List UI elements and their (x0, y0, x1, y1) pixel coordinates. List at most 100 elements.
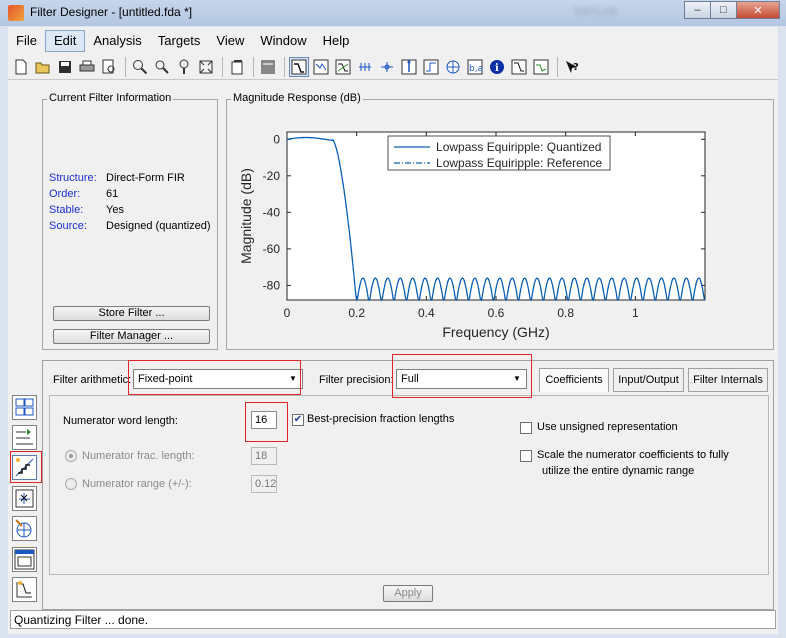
legend-entry: Lowpass Equiripple: Quantized (436, 140, 601, 154)
numerator-frac-length-label: Numerator frac. length: (82, 450, 195, 462)
chevron-down-icon: ▼ (289, 374, 297, 383)
current-filter-panel: Current Filter Information Structure: Di… (42, 92, 218, 350)
tab-filter-internals[interactable]: Filter Internals (688, 368, 768, 392)
status-bar: Quantizing Filter ... done. (10, 610, 776, 629)
x-tick-label: 0.8 (557, 306, 574, 320)
tab-input-output[interactable]: Input/Output (613, 368, 684, 392)
toolbar-separator (284, 56, 285, 77)
menu-view[interactable]: View (208, 30, 252, 52)
save-icon[interactable] (55, 57, 75, 77)
maximize-button[interactable]: □ (710, 1, 737, 19)
phase-response-icon[interactable] (311, 57, 331, 77)
group-delay-icon[interactable] (355, 57, 375, 77)
best-precision-label: Best-precision fraction lengths (307, 413, 455, 425)
svg-text:?: ? (573, 62, 579, 73)
pole-zero-icon[interactable] (443, 57, 463, 77)
y-tick-label: -80 (263, 278, 281, 292)
menu-edit[interactable]: Edit (44, 30, 86, 52)
close-button[interactable]: ✕ (736, 1, 780, 19)
best-precision-checkbox[interactable]: ✔ (292, 414, 304, 426)
apply-button[interactable]: Apply (383, 585, 433, 602)
transform-filter-icon[interactable] (12, 395, 37, 420)
filter-precision-select[interactable]: Full ▼ (396, 369, 527, 389)
x-tick-label: 0.4 (418, 306, 435, 320)
matlab-app-icon (8, 5, 24, 21)
pole-zero-editor-icon[interactable] (12, 486, 37, 511)
mag-phase-icon[interactable] (333, 57, 353, 77)
numerator-frac-length-input[interactable]: 18 (251, 447, 277, 465)
print-icon[interactable] (77, 57, 97, 77)
new-window-icon[interactable] (227, 57, 247, 77)
x-tick-label: 0 (284, 306, 291, 320)
zoom-in-icon[interactable] (130, 57, 150, 77)
numerator-range-radio[interactable] (65, 478, 77, 490)
round-off-noise-icon[interactable] (531, 57, 551, 77)
title-bar[interactable]: Filter Designer - [untitled.fda *] MATLA… (0, 0, 786, 26)
whats-this-icon[interactable]: ? (562, 57, 582, 77)
set-quantization-icon[interactable] (12, 455, 37, 480)
store-filter-button[interactable]: Store Filter ... (53, 306, 210, 321)
filter-arithmetic-label: Filter arithmetic: (53, 374, 132, 386)
tab-coefficients[interactable]: Coefficients (539, 368, 609, 392)
y-tick-label: 0 (273, 132, 280, 146)
menu-bar: File Edit Analysis Targets View Window H… (8, 30, 357, 52)
x-tick-label: 1 (632, 306, 639, 320)
y-tick-label: -20 (263, 169, 281, 183)
filter-info-icon[interactable]: i (487, 57, 507, 77)
y-axis-label: Magnitude (dB) (238, 168, 254, 264)
scale-coefficients-label-line2: utilize the entire dynamic range (542, 465, 695, 477)
numerator-frac-length-radio[interactable] (65, 450, 77, 462)
scale-coefficients-label: Scale the numerator coefficients to full… (537, 449, 729, 461)
zoom-y-icon[interactable] (174, 57, 194, 77)
filter-manager-button[interactable]: Filter Manager ... (53, 329, 210, 344)
multirate-icon[interactable] (12, 425, 37, 450)
legend-icon[interactable] (258, 57, 278, 77)
minimize-button[interactable]: – (684, 1, 711, 19)
new-icon[interactable] (11, 57, 31, 77)
unsigned-representation-checkbox[interactable] (520, 422, 532, 434)
y-tick-label: -60 (263, 242, 281, 256)
x-axis-label: Frequency (GHz) (442, 324, 549, 340)
chevron-down-icon: ▼ (513, 374, 521, 383)
toolbar-separator (125, 56, 126, 77)
scale-coefficients-checkbox[interactable] (520, 450, 532, 462)
numerator-word-length-label: Numerator word length: (63, 415, 178, 427)
menu-targets[interactable]: Targets (150, 30, 209, 52)
menu-help[interactable]: Help (315, 30, 358, 52)
full-view-icon[interactable] (196, 57, 216, 77)
zoom-x-icon[interactable] (152, 57, 172, 77)
menu-analysis[interactable]: Analysis (85, 30, 149, 52)
svg-text:b,a: b,a (469, 64, 483, 74)
toolbar-separator (253, 56, 254, 77)
toolbar-separator (557, 56, 558, 77)
realize-model-icon[interactable] (12, 577, 37, 602)
step-response-icon[interactable] (421, 57, 441, 77)
open-icon[interactable] (33, 57, 53, 77)
menu-file[interactable]: File (8, 30, 45, 52)
print-preview-icon[interactable] (99, 57, 119, 77)
design-filter-icon[interactable] (12, 516, 37, 541)
filter-precision-label: Filter precision: (319, 374, 394, 386)
y-tick-label: -40 (263, 205, 281, 219)
quantization-panel: Filter arithmetic: Fixed-point ▼ Filter … (42, 360, 774, 610)
blurred-title-text: MATLAB (574, 6, 618, 18)
numerator-range-label: Numerator range (+/-): (82, 478, 192, 490)
filter-arithmetic-select[interactable]: Fixed-point ▼ (133, 369, 303, 389)
svg-text:i: i (495, 63, 499, 74)
x-tick-label: 0.6 (488, 306, 505, 320)
filter-arithmetic-value: Fixed-point (138, 373, 193, 385)
toolbar: b,a i ? (8, 54, 778, 80)
window-client: File Edit Analysis Targets View Window H… (8, 27, 778, 634)
impulse-response-icon[interactable] (399, 57, 419, 77)
magnitude-response-chart[interactable]: 0 0.2 0.4 0.6 0.8 1 0 -20 -40 -60 -80 Frequency (GH… (227, 107, 773, 349)
import-filter-icon[interactable] (12, 547, 37, 572)
window-title: Filter Designer - [untitled.fda *] (30, 5, 193, 19)
phase-delay-icon[interactable] (377, 57, 397, 77)
coefficients-icon[interactable]: b,a (465, 57, 485, 77)
menu-window[interactable]: Window (252, 30, 314, 52)
magnitude-response-icon[interactable] (289, 56, 309, 77)
numerator-word-length-input[interactable]: 16 (251, 411, 277, 429)
magnitude-estimate-icon[interactable] (509, 57, 529, 77)
numerator-range-input[interactable]: 0.12 (251, 475, 277, 493)
magnitude-response-title: Magnitude Response (dB) (231, 92, 363, 104)
